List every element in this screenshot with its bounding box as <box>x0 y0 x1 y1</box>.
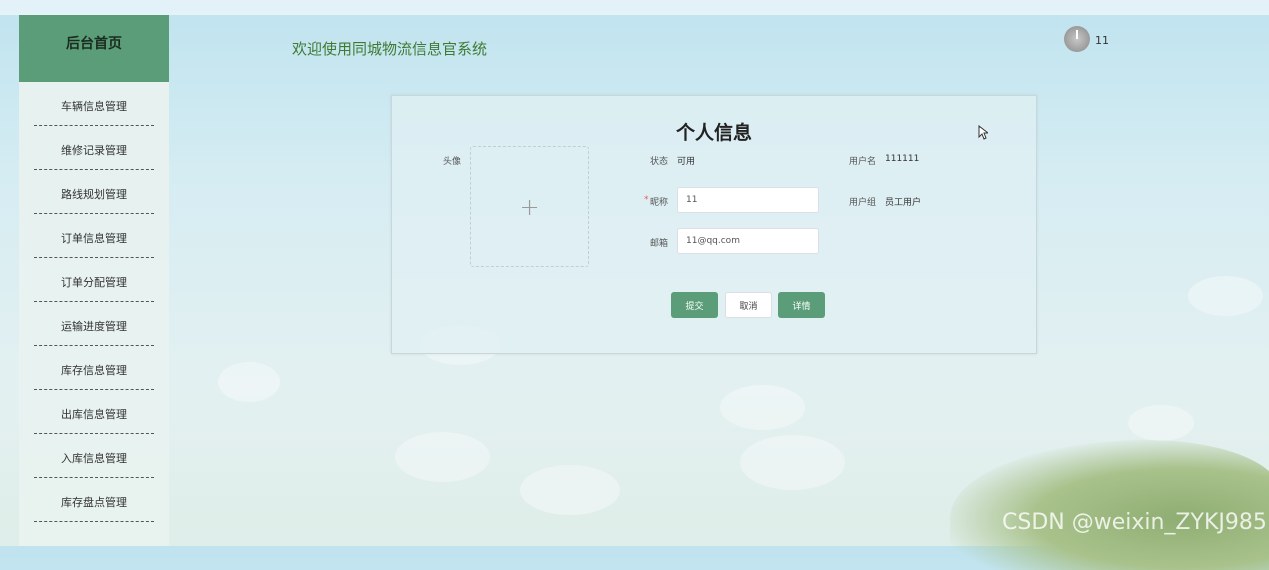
sidebar-item-route-planning[interactable]: 路线规划管理 <box>34 170 154 214</box>
sidebar-item-vehicle-info[interactable]: 车辆信息管理 <box>34 82 154 126</box>
sidebar-home-link[interactable]: 后台首页 <box>19 15 169 82</box>
top-bar <box>0 0 1269 15</box>
sidebar-item-outbound-info[interactable]: 出库信息管理 <box>34 390 154 434</box>
nickname-input[interactable] <box>677 187 819 213</box>
sidebar-item-order-allocation[interactable]: 订单分配管理 <box>34 258 154 302</box>
submit-button[interactable]: 提交 <box>671 292 718 318</box>
email-label: 邮箱 <box>650 239 669 249</box>
sidebar-item-inventory-info[interactable]: 库存信息管理 <box>34 346 154 390</box>
sidebar-item-repair-records[interactable]: 维修记录管理 <box>34 126 154 170</box>
watermark: CSDN @weixin_ZYKJ985 <box>1002 510 1267 535</box>
user-group-label: 用户组 <box>849 198 877 208</box>
user-group-value: 员工用户 <box>885 198 922 208</box>
profile-card: 个人信息 头像 + 状态 可用 用户名 111111 * 昵称 用户组 员工用户… <box>391 95 1037 354</box>
page-title: 个人信息 <box>675 122 752 144</box>
sidebar-item-order-info[interactable]: 订单信息管理 <box>34 214 154 258</box>
details-button[interactable]: 详情 <box>778 292 825 318</box>
nickname-label: 昵称 <box>650 198 669 208</box>
email-input[interactable] <box>677 228 819 254</box>
username-value: 111111 <box>885 154 920 164</box>
welcome-title: 欢迎使用同城物流信息官系统 <box>292 40 488 58</box>
status-label: 状态 <box>650 157 669 167</box>
username-label: 用户名 <box>849 157 877 167</box>
sidebar: 后台首页 车辆信息管理 维修记录管理 路线规划管理 订单信息管理 订单分配管理 … <box>19 15 169 546</box>
sidebar-menu: 车辆信息管理 维修记录管理 路线规划管理 订单信息管理 订单分配管理 运输进度管… <box>19 82 169 522</box>
avatar-label: 头像 <box>443 157 462 167</box>
user-name[interactable]: 11 <box>1095 34 1109 47</box>
cancel-button[interactable]: 取消 <box>725 292 772 318</box>
sidebar-item-transport-progress[interactable]: 运输进度管理 <box>34 302 154 346</box>
plus-icon: + <box>519 192 540 221</box>
avatar-upload[interactable]: + <box>470 146 589 267</box>
user-avatar[interactable] <box>1064 26 1090 52</box>
sidebar-item-inbound-info[interactable]: 入库信息管理 <box>34 434 154 478</box>
required-mark: * <box>644 195 649 205</box>
status-value: 可用 <box>677 157 696 167</box>
mouse-cursor-icon <box>978 125 988 140</box>
sidebar-item-inventory-check[interactable]: 库存盘点管理 <box>34 478 154 522</box>
